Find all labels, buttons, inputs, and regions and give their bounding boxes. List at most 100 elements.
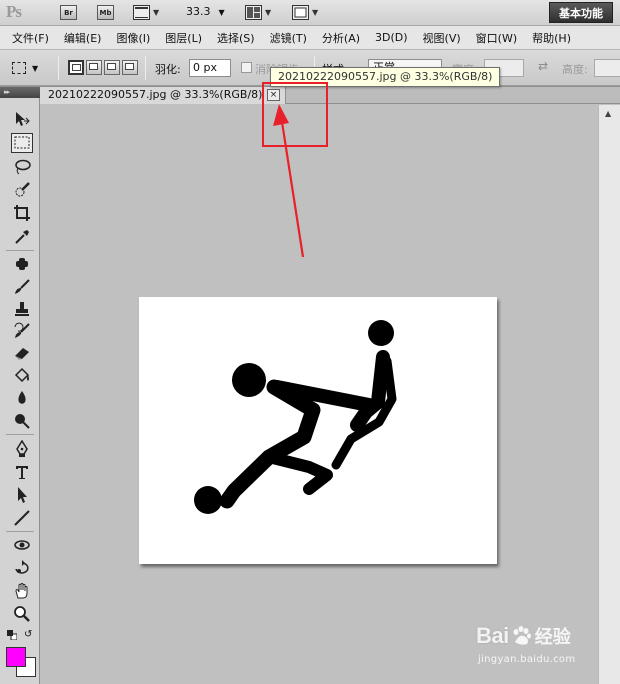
toolbox-divider: [6, 531, 34, 532]
minibridge-button[interactable]: Mb: [97, 4, 114, 21]
subtract-from-selection-button[interactable]: [104, 60, 120, 75]
document-tab[interactable]: 20210222090557.jpg @ 33.3%(RGB/8): [40, 87, 286, 104]
crop-icon: [14, 205, 30, 221]
paw-icon: [513, 626, 531, 645]
line-icon: [14, 510, 30, 526]
menu-select[interactable]: 选择(S): [217, 30, 255, 46]
brush-icon: [15, 279, 30, 294]
pen-tool[interactable]: [11, 439, 33, 459]
zoom-tool[interactable]: [11, 604, 33, 624]
crop-tool[interactable]: [11, 203, 33, 223]
clone-stamp-icon: [15, 302, 29, 316]
quick-selection-tool[interactable]: [11, 180, 33, 200]
menu-image[interactable]: 图像(I): [116, 30, 150, 46]
extras-icon: [133, 5, 150, 20]
swap-colors-icon[interactable]: ↺: [24, 629, 32, 640]
foreground-color-swatch[interactable]: [6, 647, 26, 667]
minibridge-icon: Mb: [97, 5, 114, 20]
menu-3d[interactable]: 3D(D): [375, 31, 408, 44]
toolbox-divider: [6, 434, 34, 435]
eyedropper-icon: [15, 230, 29, 244]
menu-edit[interactable]: 编辑(E): [64, 30, 102, 46]
tool-preset-picker[interactable]: ▼: [12, 59, 44, 77]
zoom-level-dropdown[interactable]: 33.3 ▼: [186, 5, 225, 18]
path-selection-tool[interactable]: [11, 485, 33, 505]
bridge-button[interactable]: Br: [60, 4, 77, 21]
document-tab-bar: 20210222090557.jpg @ 33.3%(RGB/8) ×: [40, 87, 620, 104]
path-selection-icon: [18, 487, 27, 503]
zoom-level-value: 33.3: [186, 5, 211, 18]
options-divider: [145, 56, 146, 80]
scroll-up-icon[interactable]: ▲: [605, 109, 611, 118]
photoshop-logo: Ps: [6, 2, 22, 21]
menu-analysis[interactable]: 分析(A): [322, 30, 360, 46]
marquee-preset-icon: [12, 62, 26, 74]
feather-input[interactable]: 0 px: [189, 59, 231, 77]
rectangular-marquee-tool[interactable]: [11, 133, 33, 153]
3d-rotate-tool[interactable]: [11, 535, 33, 555]
hand-icon: [15, 583, 28, 599]
watermark-brand: Bai: [476, 623, 509, 648]
blur-tool[interactable]: [11, 388, 33, 408]
dodge-icon: [15, 414, 30, 429]
height-label: 高度:: [562, 63, 588, 76]
extras-menu-button[interactable]: ▼: [133, 4, 159, 21]
menu-file[interactable]: 文件(F): [12, 30, 49, 46]
paint-bucket-tool[interactable]: [11, 366, 33, 386]
bridge-icon: Br: [60, 5, 77, 20]
add-to-selection-button[interactable]: [86, 60, 102, 75]
intersect-selection-button[interactable]: [122, 60, 138, 75]
application-bar: Ps Br Mb ▼ 33.3 ▼ ▼ ▼ 基本功能: [0, 0, 620, 26]
options-divider: [58, 56, 59, 80]
eraser-tool[interactable]: [11, 343, 33, 363]
document-tab-title: 20210222090557.jpg @ 33.3%(RGB/8): [48, 88, 263, 101]
watermark-subtitle: 经验: [534, 627, 571, 648]
type-icon: [16, 466, 28, 479]
menu-help[interactable]: 帮助(H): [532, 30, 571, 46]
screen-mode-icon: [292, 5, 309, 20]
line-tool[interactable]: [11, 508, 33, 528]
move-tool[interactable]: [11, 109, 33, 129]
document-canvas[interactable]: [139, 297, 497, 564]
chevron-down-icon: ▼: [153, 8, 160, 17]
quick-selection-icon: [15, 182, 30, 197]
screen-mode-button[interactable]: ▼: [292, 4, 318, 21]
height-input[interactable]: [594, 59, 620, 77]
menu-window[interactable]: 窗口(W): [476, 30, 517, 46]
spot-healing-tool[interactable]: [11, 254, 33, 274]
default-colors-icon[interactable]: [7, 630, 17, 640]
antialias-checkbox[interactable]: [241, 62, 252, 73]
chevron-down-icon: ▼: [32, 63, 39, 73]
intersect-selection-icon: [125, 63, 134, 70]
menu-view[interactable]: 视图(V): [423, 30, 461, 46]
history-brush-icon: [14, 322, 30, 338]
arrange-documents-button[interactable]: ▼: [245, 4, 271, 21]
clone-stamp-tool[interactable]: [11, 299, 33, 319]
blur-icon: [18, 391, 26, 404]
pen-icon: [16, 440, 28, 457]
hand-tool[interactable]: [11, 581, 33, 601]
collapse-toolbox-icon[interactable]: ▸▸: [0, 87, 40, 98]
3d-orbit-icon: [15, 560, 29, 574]
swap-width-height-icon[interactable]: ⇄: [538, 59, 548, 73]
spot-healing-icon: [16, 258, 28, 270]
history-brush-tool[interactable]: [11, 321, 33, 341]
eraser-icon: [15, 348, 29, 360]
lasso-tool[interactable]: [11, 157, 33, 177]
workspace-essentials-button[interactable]: 基本功能: [549, 2, 613, 23]
3d-orbit-tool[interactable]: [11, 558, 33, 578]
move-icon: [16, 112, 30, 126]
menu-layer[interactable]: 图层(L): [165, 30, 202, 46]
menu-bar: 文件(F) 编辑(E) 图像(I) 图层(L) 选择(S) 滤镜(T) 分析(A…: [0, 26, 620, 50]
type-tool[interactable]: [11, 462, 33, 482]
vertical-scrollbar[interactable]: ▲: [598, 105, 620, 684]
menu-filter[interactable]: 滤镜(T): [270, 30, 307, 46]
zoom-icon: [14, 606, 30, 622]
feather-label: 羽化:: [155, 63, 181, 76]
new-selection-button[interactable]: [68, 60, 84, 75]
chevron-down-icon: ▼: [312, 8, 319, 17]
dodge-tool[interactable]: [11, 411, 33, 431]
eyedropper-tool[interactable]: [11, 227, 33, 247]
annotation-arrow: [273, 104, 305, 258]
brush-tool[interactable]: [11, 277, 33, 297]
